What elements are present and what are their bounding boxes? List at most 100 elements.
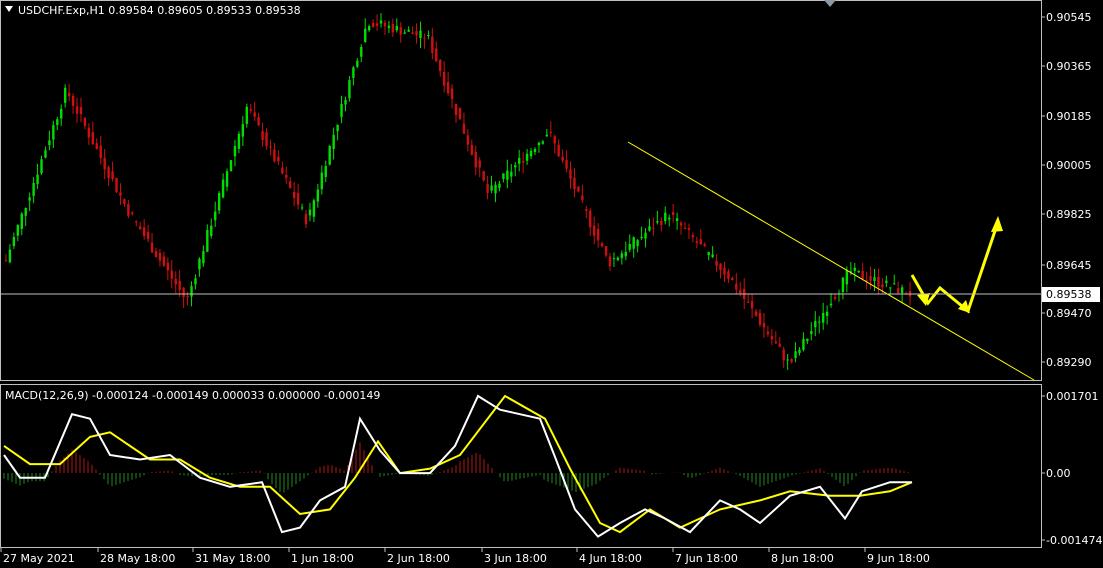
candle-body [352, 67, 355, 78]
candle-body [746, 301, 750, 303]
candle-body [600, 243, 604, 247]
downtrend-line[interactable] [627, 141, 1035, 381]
candle-body [142, 227, 146, 236]
candle-body [395, 26, 399, 31]
candle-body [581, 195, 584, 201]
candle-body [16, 225, 20, 236]
candle-body [20, 213, 23, 229]
candle-body [585, 209, 588, 211]
candle-body [237, 133, 241, 149]
candle-body [336, 124, 339, 132]
price-axis: 0.90545 0.90365 0.90185 0.90005 0.89825 0.896… [1041, 11, 1092, 369]
candle-body [214, 211, 217, 221]
candle-body [4, 260, 8, 262]
candle-body [328, 145, 331, 165]
candle-body [620, 253, 624, 259]
time-tick-label: 7 Jun 18:00 [675, 552, 738, 565]
candle-body [608, 256, 612, 267]
candle-body [435, 48, 438, 62]
candle-body [758, 312, 762, 325]
candle-body [561, 156, 564, 161]
candle-body [281, 167, 284, 174]
candle-body [675, 218, 679, 221]
time-tick-label: 1 Jun 18:00 [291, 552, 354, 565]
candle-body [750, 301, 754, 309]
candle-body [604, 246, 608, 256]
candle-body [735, 283, 738, 290]
candle-body [683, 227, 687, 229]
time-tick-label: 31 May 18:00 [195, 552, 270, 565]
candle-body [12, 236, 16, 246]
candle-body [202, 251, 205, 264]
candle-body [332, 134, 335, 149]
candle-body [379, 20, 383, 24]
candle-body [589, 210, 592, 228]
candle-body [387, 25, 391, 28]
candle-body [873, 277, 876, 282]
candle-body [853, 267, 856, 271]
time-tick-label: 8 Jun 18:00 [771, 552, 834, 565]
macd-axis: 0.001701 0.00 -0.001474 [1041, 390, 1102, 547]
candle-body [893, 283, 896, 285]
candle-body [810, 331, 813, 334]
candle-body [778, 343, 781, 347]
candle-body [44, 150, 47, 158]
chart-canvas[interactable]: 0.89538 USDCHF.Exp,H1 0.89584 0.89605 0.… [0, 0, 1103, 568]
candle-body [644, 232, 647, 239]
forecast-arrow-up-icon [991, 216, 1003, 232]
candle-body [360, 47, 363, 57]
candle-body [190, 286, 193, 297]
symbol-menu-icon[interactable] [5, 6, 13, 12]
candle-body [707, 252, 710, 256]
candle-body [841, 277, 845, 292]
candle-body [806, 338, 809, 342]
candle-body [486, 184, 489, 193]
candle-body [462, 123, 466, 134]
candle-body [304, 213, 308, 225]
candle-body [782, 349, 785, 361]
candle-body [257, 117, 260, 126]
candle-body [87, 127, 91, 138]
candle-body [217, 193, 221, 211]
candle-body [739, 289, 742, 294]
candle-body [482, 171, 485, 181]
candle-body [411, 32, 414, 35]
candle-body [616, 257, 620, 260]
candle-body [612, 258, 616, 260]
candle-body [569, 169, 572, 179]
candle-body [490, 185, 493, 191]
candle-body [794, 351, 797, 359]
candle-body [885, 280, 888, 284]
candle-body [391, 23, 395, 33]
time-tick-label: 4 Jun 18:00 [579, 552, 642, 565]
candle-body [83, 117, 87, 126]
candle-body [403, 32, 406, 34]
candle-body [296, 193, 300, 205]
trendline-group [627, 141, 1035, 381]
candle-body [695, 241, 699, 243]
candle-body [24, 208, 27, 216]
candle-body [699, 239, 702, 245]
candle-body [427, 34, 430, 36]
candle-body [158, 252, 162, 261]
candle-body [719, 263, 722, 271]
price-tick-label: 0.89645 [1046, 259, 1092, 272]
price-tick-label: 0.90365 [1046, 60, 1092, 73]
time-tick-label: 9 Jun 18:00 [867, 552, 930, 565]
candle-body [249, 109, 252, 111]
candle-body [423, 37, 426, 39]
candle-body [52, 125, 55, 140]
candle-body [277, 157, 280, 162]
candle-body [577, 186, 580, 192]
candle-body [71, 96, 75, 106]
candle-body [474, 151, 477, 168]
candle-body [63, 87, 67, 103]
time-tick-label: 3 Jun 18:00 [484, 552, 547, 565]
candle-body [533, 149, 537, 153]
candle-body [91, 132, 95, 145]
price-pane-frame [0, 0, 1042, 381]
candle-body [383, 22, 387, 27]
candle-body [375, 23, 379, 26]
chart-shift-marker-icon[interactable] [824, 0, 836, 7]
candle-body [431, 36, 434, 53]
